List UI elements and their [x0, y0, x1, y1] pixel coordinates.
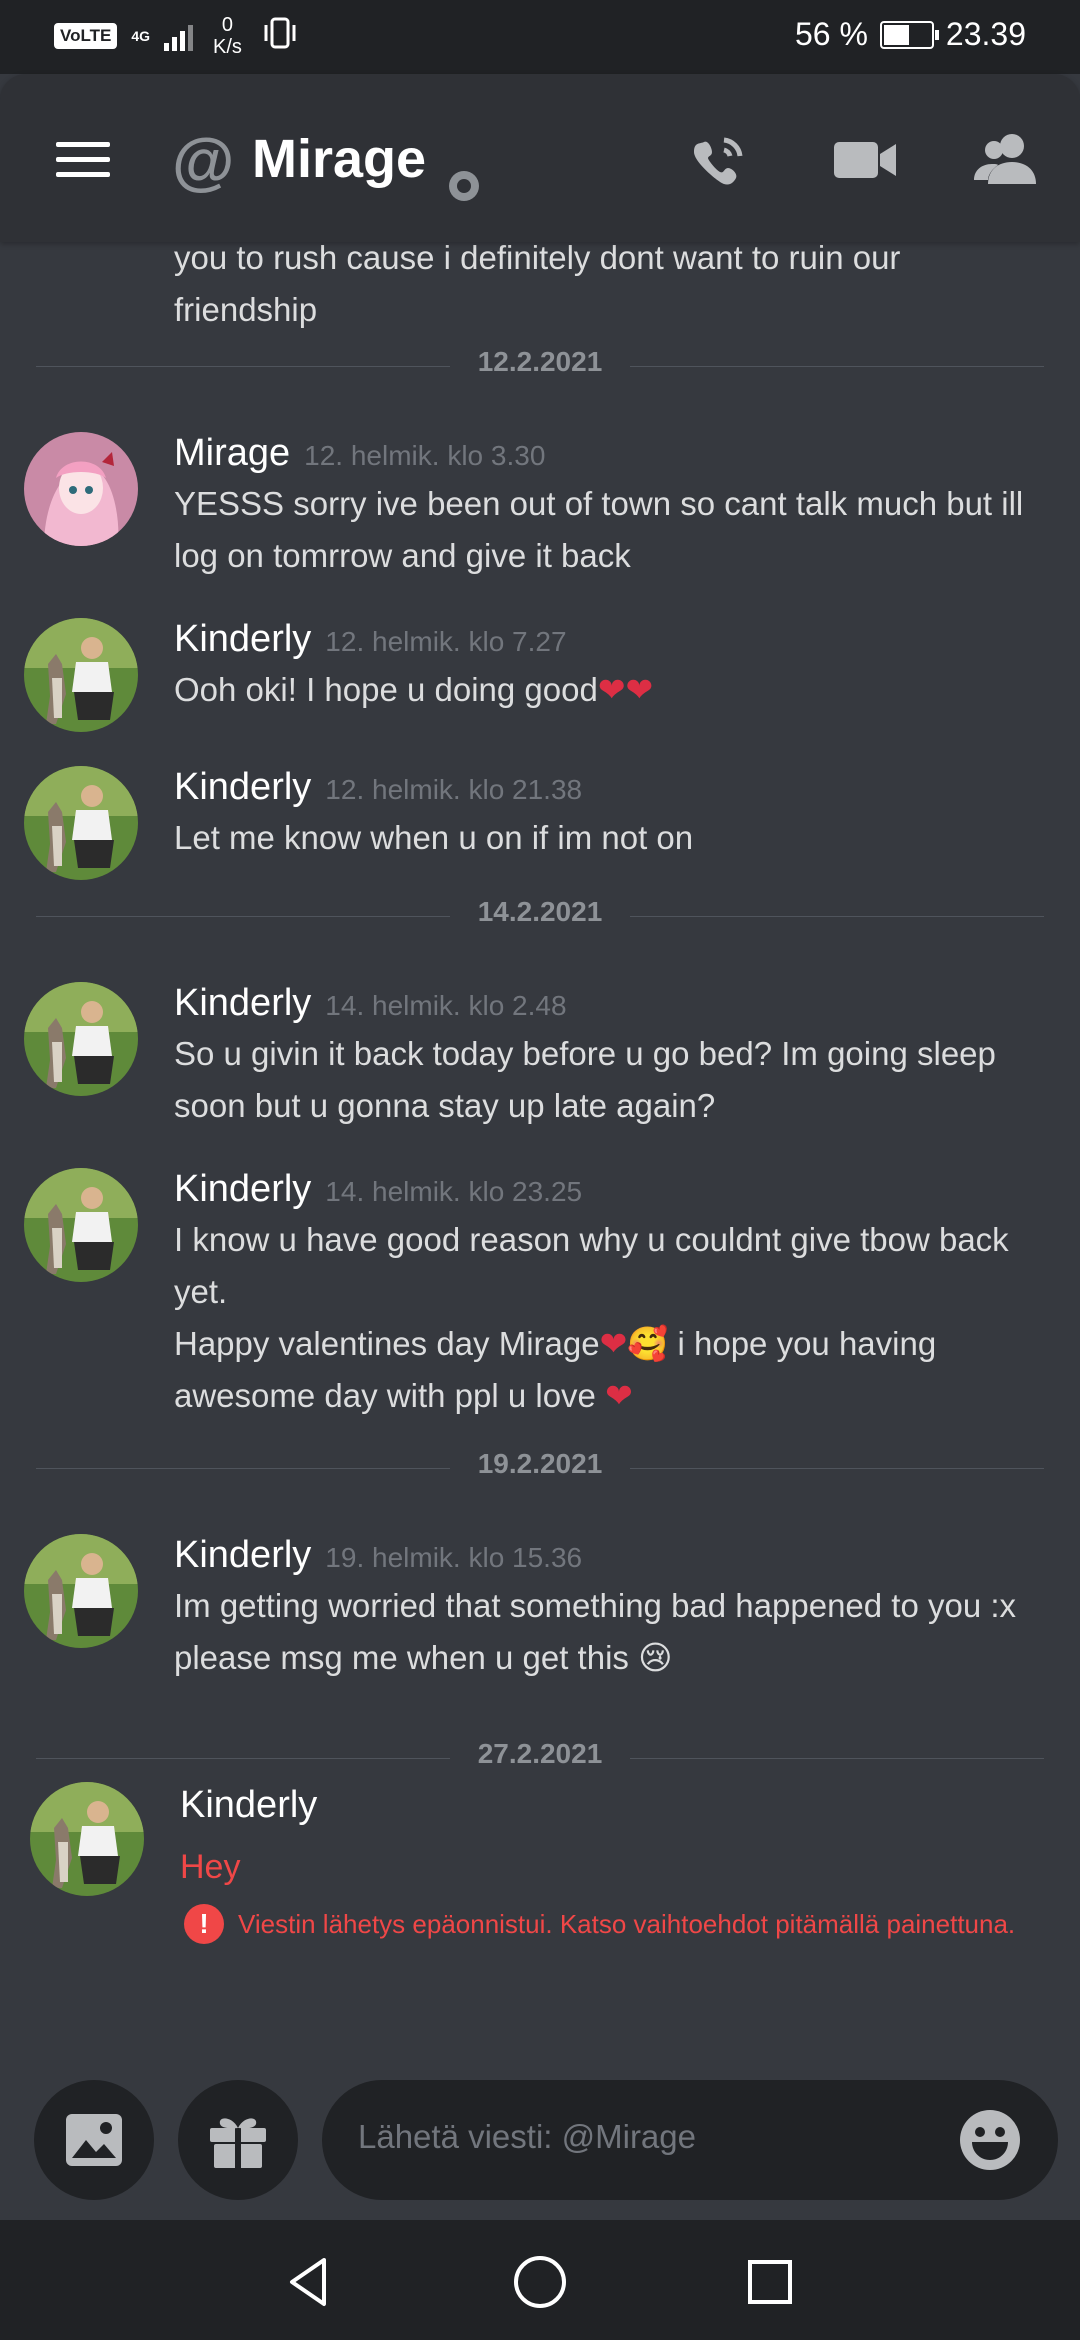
heart-emoji: ❤: [605, 1377, 633, 1414]
video-icon[interactable]: [830, 124, 902, 196]
error-icon: !: [184, 1904, 224, 1944]
message-text: YESSS sorry ive been out of town so cant…: [174, 485, 1024, 574]
timestamp: 14. helmik. klo 23.25: [325, 1176, 583, 1207]
author-name[interactable]: Kinderly: [174, 766, 311, 808]
gift-button[interactable]: [178, 2080, 298, 2200]
vibrate-icon: [262, 15, 298, 58]
author-name[interactable]: Kinderly: [174, 618, 311, 660]
avatar[interactable]: [24, 618, 138, 732]
message-text: So u givin it back today before u go bed…: [174, 1035, 996, 1124]
system-nav-bar: [0, 2220, 1080, 2340]
image-icon: [66, 2114, 122, 2166]
status-bar: VoLTE 4G 0 K/s 56 % 23.39: [0, 0, 1080, 74]
network-speed: 0 K/s: [213, 14, 242, 58]
gift-icon: [210, 2118, 266, 2168]
battery-icon: [879, 20, 939, 49]
timestamp: 12. helmik. klo 3.30: [304, 440, 546, 471]
call-icon[interactable]: [684, 124, 756, 196]
home-icon[interactable]: [510, 2252, 570, 2312]
message-continuation: you to rush cause i definitely dont want…: [174, 239, 901, 328]
timestamp: 12. helmik. klo 7.27: [325, 626, 567, 657]
volte-indicator: VoLTE: [54, 23, 118, 49]
page-title: Mirage: [252, 129, 427, 189]
channel-header: @ Mirage: [0, 74, 1080, 242]
timestamp: 19. helmik. klo 15.36: [325, 1542, 583, 1573]
network-type: 4G: [131, 28, 150, 44]
battery-percent: 56 %: [794, 16, 868, 52]
message-text: Ooh oki! I hope u doing good❤❤: [174, 671, 654, 708]
offline-status-icon: [449, 171, 479, 201]
avatar[interactable]: [24, 766, 138, 880]
message-text: Let me know when u on if im not on: [174, 819, 694, 856]
message-text: Im getting worried that something bad ha…: [174, 1587, 1017, 1676]
heart-emoji: ❤❤: [597, 671, 654, 708]
timestamp: 14. helmik. klo 2.48: [325, 990, 567, 1021]
author-name[interactable]: Kinderly: [174, 982, 311, 1024]
avatar[interactable]: [24, 1168, 138, 1282]
avatar[interactable]: [24, 432, 138, 546]
emoji-icon[interactable]: [958, 2108, 1022, 2172]
author-name[interactable]: Kinderly: [174, 1534, 311, 1576]
clock: 23.39: [945, 16, 1026, 52]
date-divider: 12.2.2021: [36, 346, 1044, 386]
message-input[interactable]: Lähetä viesti: @Mirage: [322, 2080, 1058, 2200]
date-divider: 19.2.2021: [36, 1448, 1044, 1488]
heart-emoji: ❤🥰: [599, 1325, 669, 1362]
author-name[interactable]: Mirage: [174, 432, 290, 474]
message-text: Hey: [180, 1848, 241, 1886]
composer: Lähetä viesti: @Mirage: [0, 2060, 1080, 2220]
members-icon[interactable]: [972, 124, 1044, 196]
author-name[interactable]: Kinderly: [174, 1168, 311, 1210]
crying-emoji: 😢: [638, 1639, 673, 1676]
avatar[interactable]: [24, 982, 138, 1096]
recents-icon[interactable]: [740, 2252, 800, 2312]
author-name[interactable]: Kinderly: [180, 1784, 317, 1826]
image-button[interactable]: [34, 2080, 154, 2200]
message-input-placeholder: Lähetä viesti: @Mirage: [358, 2118, 696, 2155]
avatar[interactable]: [30, 1782, 144, 1896]
date-divider: 27.2.2021: [36, 1738, 1044, 1778]
menu-icon[interactable]: [56, 142, 110, 178]
send-error: ! Viestin lähetys epäonnistui. Katso vai…: [184, 1904, 1015, 1944]
error-text: Viestin lähetys epäonnistui. Katso vaiht…: [238, 1908, 1016, 1939]
timestamp: 12. helmik. klo 21.38: [325, 774, 583, 805]
signal-icon: [164, 21, 193, 51]
message-text: I know u have good reason why u couldnt …: [174, 1221, 1009, 1414]
avatar[interactable]: [24, 1534, 138, 1648]
date-divider: 14.2.2021: [36, 896, 1044, 936]
at-icon: @: [172, 125, 235, 197]
back-icon[interactable]: [280, 2252, 340, 2312]
